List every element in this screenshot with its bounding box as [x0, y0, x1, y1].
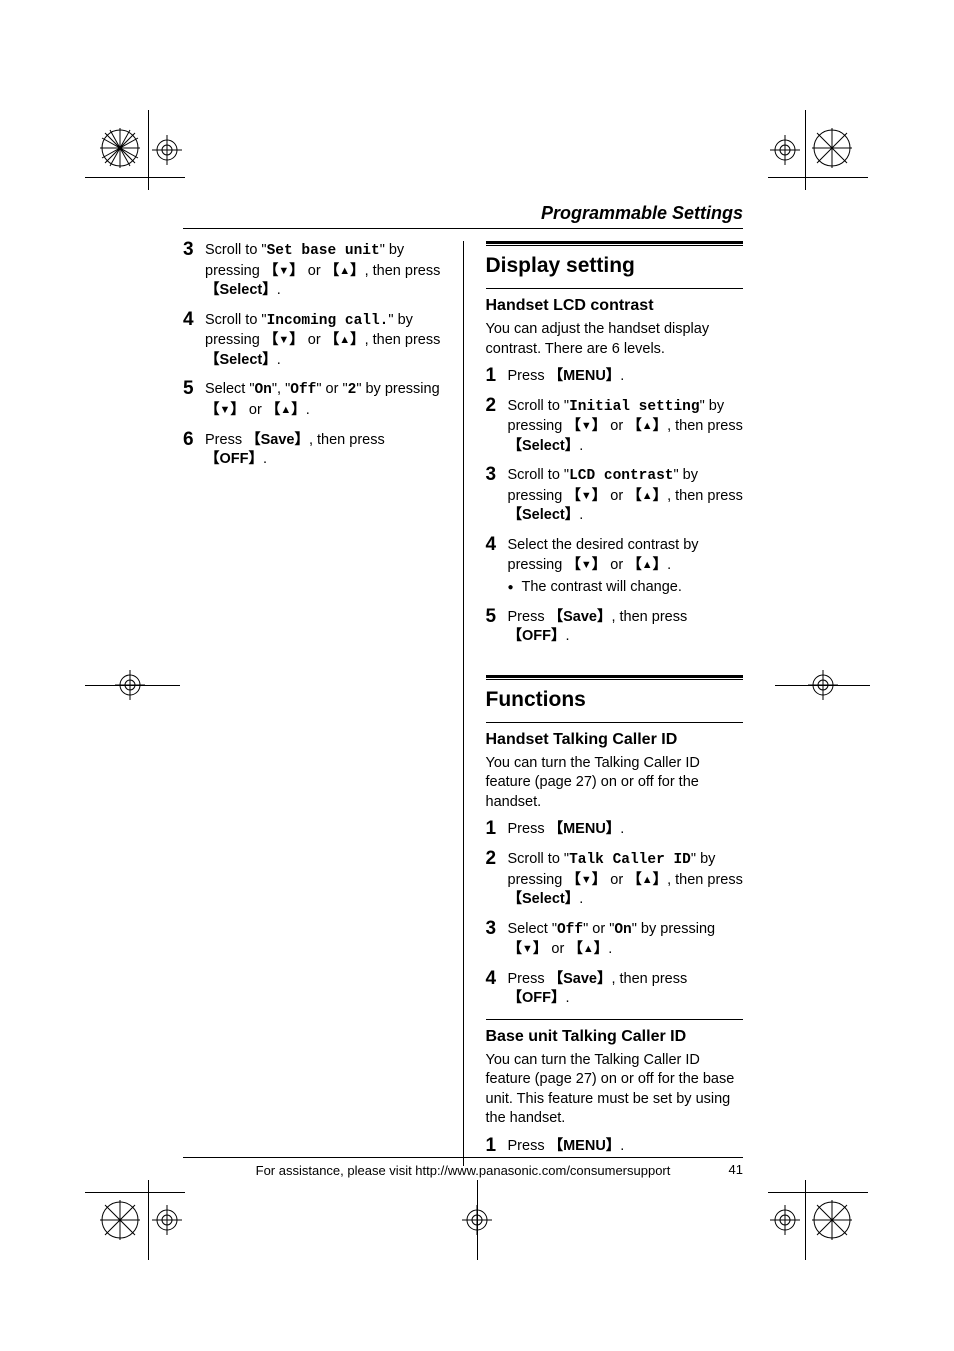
crop-line — [775, 685, 870, 686]
left-column: 3 Scroll to "Set base unit" by pressing … — [183, 241, 441, 1166]
left-steps: 3 Scroll to "Set base unit" by pressing … — [183, 241, 441, 470]
registration-mark-icon — [100, 1200, 140, 1240]
list-item: 3Select "Off" or "On" by pressing 【▼】 or… — [486, 920, 744, 960]
right-column: Display setting Handset LCD contrast You… — [486, 241, 744, 1166]
page-footer: For assistance, please visit http://www.… — [183, 1157, 743, 1178]
list-item: 2Scroll to "Initial setting" by pressing… — [486, 397, 744, 457]
footer-text: For assistance, please visit http://www.… — [256, 1163, 671, 1178]
step-5: 5 Select "On", "Off" or "2" by pressing … — [183, 380, 441, 420]
subsection-handset-caller-id: Handset Talking Caller ID — [486, 729, 744, 751]
crop-line — [768, 177, 868, 178]
base-cid-steps: 1Press 【MENU】. — [486, 1137, 744, 1157]
list-item: 1Press 【MENU】. — [486, 367, 744, 387]
list-item: 4Select the desired contrast by pressing… — [486, 536, 744, 598]
crop-line — [148, 110, 149, 190]
crosshair-icon — [152, 1205, 182, 1235]
rule-icon — [486, 675, 744, 680]
list-item: 3Scroll to "LCD contrast" by pressing 【▼… — [486, 466, 744, 526]
lcd-steps: 1Press 【MENU】. 2Scroll to "Initial setti… — [486, 367, 744, 647]
step-3: 3 Scroll to "Set base unit" by pressing … — [183, 241, 441, 301]
registration-mark-icon — [100, 128, 140, 168]
crop-line — [85, 685, 180, 686]
subsection-base-caller-id: Base unit Talking Caller ID — [486, 1026, 744, 1048]
list-item: 1Press 【MENU】. — [486, 1137, 744, 1157]
rule-icon — [486, 288, 744, 289]
subsection-lcd-contrast: Handset LCD contrast — [486, 295, 744, 317]
page-header: Programmable Settings — [183, 203, 743, 229]
page-content: Programmable Settings 3 Scroll to "Set b… — [183, 203, 743, 1166]
crop-line — [768, 1192, 868, 1193]
bullet-note: The contrast will change. — [508, 578, 744, 598]
list-item: 2Scroll to "Talk Caller ID" by pressing … — [486, 850, 744, 910]
step-4: 4 Scroll to "Incoming call." by pressing… — [183, 311, 441, 371]
crosshair-icon — [770, 135, 800, 165]
rule-icon — [486, 722, 744, 723]
registration-mark-icon — [812, 1200, 852, 1240]
step-6: 6 Press 【Save】, then press 【OFF】. — [183, 431, 441, 470]
list-item: 1Press 【MENU】. — [486, 820, 744, 840]
intro-text: You can turn the Talking Caller ID featu… — [486, 754, 744, 813]
crop-line — [805, 1180, 806, 1260]
handset-cid-steps: 1Press 【MENU】. 2Scroll to "Talk Caller I… — [486, 820, 744, 1009]
rule-icon — [486, 1019, 744, 1020]
registration-mark-icon — [812, 128, 852, 168]
section-functions: Functions — [486, 686, 744, 714]
list-item: 4Press 【Save】, then press 【OFF】. — [486, 970, 744, 1009]
two-columns: 3 Scroll to "Set base unit" by pressing … — [183, 241, 743, 1166]
crop-line — [85, 1192, 185, 1193]
crop-line — [148, 1180, 149, 1260]
crop-line — [85, 177, 185, 178]
list-item: 5Press 【Save】, then press 【OFF】. — [486, 608, 744, 647]
crop-line — [805, 110, 806, 190]
rule-icon — [486, 241, 744, 246]
page-number: 41 — [729, 1162, 743, 1177]
section-display-setting: Display setting — [486, 252, 744, 280]
intro-text: You can turn the Talking Caller ID featu… — [486, 1051, 744, 1129]
crosshair-icon — [770, 1205, 800, 1235]
crosshair-icon — [152, 135, 182, 165]
crop-line — [477, 1180, 478, 1260]
column-divider — [463, 241, 464, 1166]
intro-text: You can adjust the handset display contr… — [486, 320, 744, 359]
